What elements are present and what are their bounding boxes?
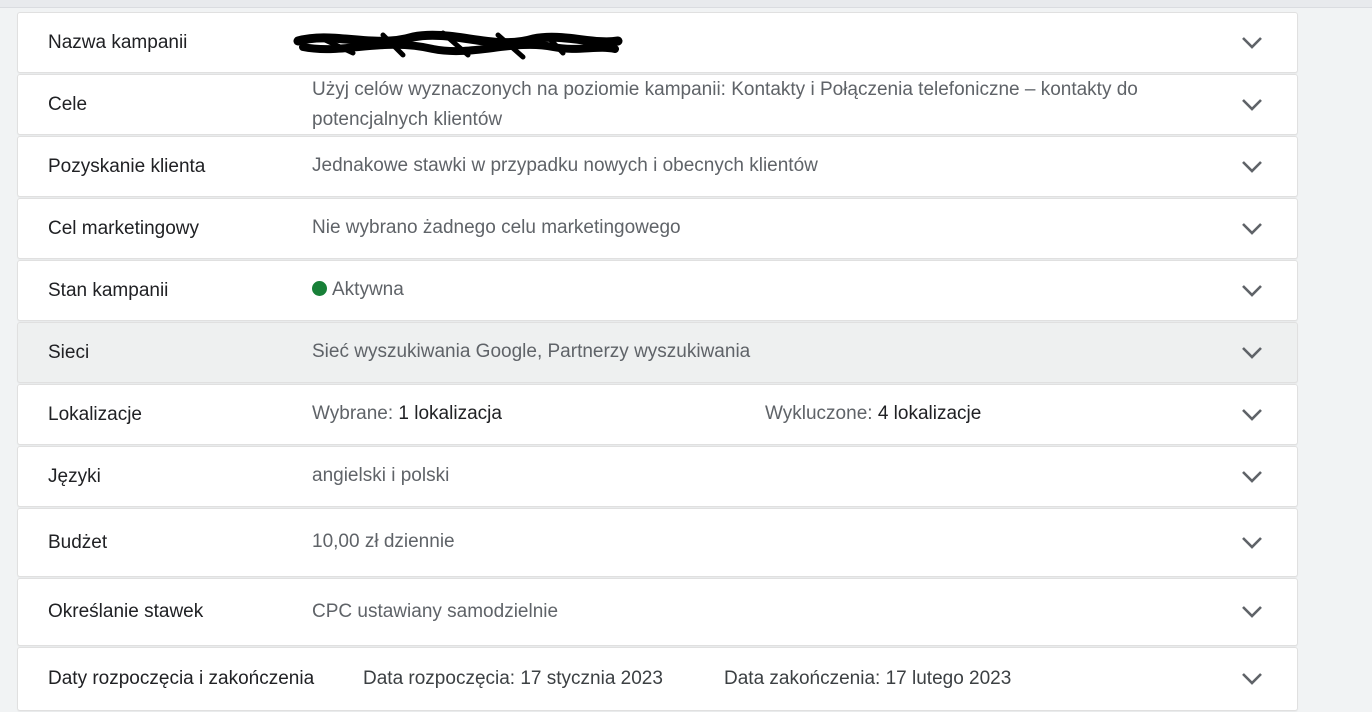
- excluded-label: Wykluczone:: [765, 403, 873, 424]
- setting-row-locations[interactable]: Lokalizacje Wybrane: 1 lokalizacja Wyklu…: [17, 384, 1298, 445]
- setting-row-campaign-status[interactable]: Stan kampanii Aktywna: [17, 260, 1298, 321]
- setting-value: Sieć wyszukiwania Google, Partnerzy wysz…: [312, 341, 751, 362]
- redacted-campaign-name: [293, 30, 623, 60]
- setting-label: Pozyskanie klienta: [48, 155, 206, 177]
- status-dot-icon: [312, 281, 327, 296]
- chevron-down-icon[interactable]: [1241, 284, 1263, 298]
- setting-label: Budżet: [48, 531, 108, 553]
- setting-label: Lokalizacje: [48, 403, 142, 425]
- setting-row-customer-acquisition[interactable]: Pozyskanie klienta Jednakowe stawki w pr…: [17, 136, 1298, 197]
- setting-label: Cel marketingowy: [48, 217, 199, 239]
- setting-row-bidding[interactable]: Określanie stawek CPC ustawiany samodzie…: [17, 578, 1298, 646]
- end-date: Data zakończenia: 17 lutego 2023: [724, 668, 1012, 689]
- setting-label: Daty rozpoczęcia i zakończenia: [48, 668, 315, 689]
- setting-label: Stan kampanii: [48, 279, 169, 301]
- setting-row-budget[interactable]: Budżet 10,00 zł dziennie: [17, 508, 1298, 577]
- setting-row-languages[interactable]: Języki angielski i polski: [17, 446, 1298, 507]
- setting-value: Nie wybrano żadnego celu marketingowego: [312, 217, 681, 238]
- setting-row-dates[interactable]: Daty rozpoczęcia i zakończenia Data rozp…: [17, 647, 1298, 711]
- setting-value: Aktywna: [312, 275, 404, 305]
- locations-excluded: Wykluczone: 4 lokalizacje: [765, 399, 981, 429]
- top-bar: [0, 0, 1372, 8]
- status-text: Aktywna: [332, 279, 404, 300]
- chevron-down-icon[interactable]: [1241, 408, 1263, 422]
- setting-label: Nazwa kampanii: [48, 31, 188, 53]
- setting-label: Języki: [48, 465, 101, 487]
- excluded-value: 4 lokalizacje: [877, 403, 982, 424]
- setting-value: angielski i polski: [312, 465, 450, 486]
- setting-value: Jednakowe stawki w przypadku nowych i ob…: [312, 155, 818, 176]
- setting-row-marketing-goal[interactable]: Cel marketingowy Nie wybrano żadnego cel…: [17, 198, 1298, 259]
- chevron-down-icon[interactable]: [1241, 470, 1263, 484]
- setting-value: CPC ustawiany samodzielnie: [312, 601, 559, 622]
- chevron-down-icon[interactable]: [1241, 536, 1263, 550]
- campaign-settings-panel: Nazwa kampanii Cele Użyj celów wyznaczon…: [17, 12, 1298, 712]
- chevron-down-icon[interactable]: [1241, 98, 1263, 112]
- chevron-down-icon[interactable]: [1241, 222, 1263, 236]
- setting-value: 10,00 zł dziennie: [312, 531, 455, 552]
- chevron-down-icon[interactable]: [1241, 346, 1263, 360]
- selected-value: 1 lokalizacja: [398, 403, 502, 424]
- chevron-down-icon[interactable]: [1241, 672, 1263, 686]
- setting-value: Użyj celów wyznaczonych na poziomie kamp…: [312, 79, 1138, 130]
- chevron-down-icon[interactable]: [1241, 605, 1263, 619]
- setting-label: Cele: [48, 93, 88, 115]
- locations-selected: Wybrane: 1 lokalizacja: [312, 399, 502, 429]
- setting-row-networks[interactable]: Sieci Sieć wyszukiwania Google, Partnerz…: [17, 322, 1298, 383]
- setting-label: Określanie stawek: [48, 601, 204, 622]
- chevron-down-icon[interactable]: [1241, 36, 1263, 50]
- setting-row-campaign-name[interactable]: Nazwa kampanii: [17, 12, 1298, 73]
- setting-label: Sieci: [48, 341, 90, 363]
- setting-row-goals[interactable]: Cele Użyj celów wyznaczonych na poziomie…: [17, 74, 1298, 135]
- chevron-down-icon[interactable]: [1241, 160, 1263, 174]
- start-date: Data rozpoczęcia: 17 stycznia 2023: [363, 668, 663, 689]
- selected-label: Wybrane:: [312, 403, 394, 424]
